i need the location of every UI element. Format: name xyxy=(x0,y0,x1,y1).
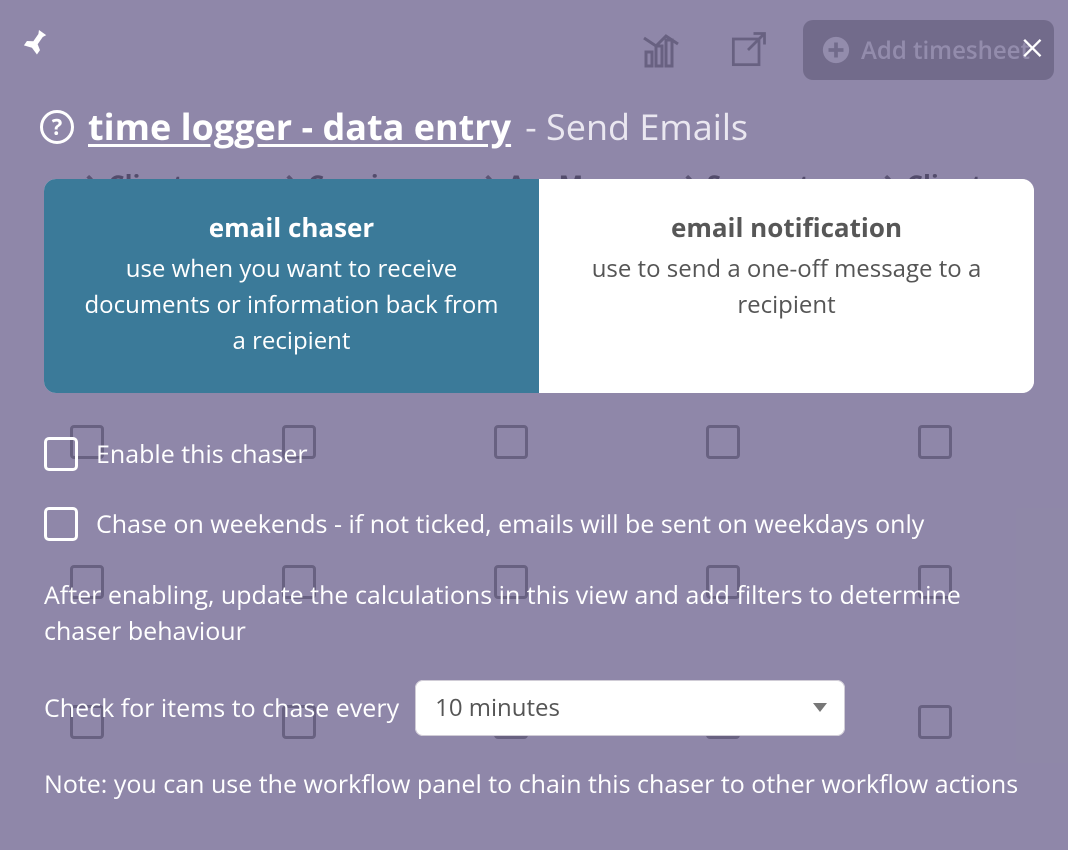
close-icon[interactable] xyxy=(1014,28,1054,68)
chase-weekends-row: Chase on weekends - if not ticked, email… xyxy=(44,507,1032,541)
chase-weekends-label: Chase on weekends - if not ticked, email… xyxy=(96,508,924,541)
enable-chaser-checkbox[interactable] xyxy=(44,437,78,471)
tab-description: use to send a one-off message to a recip… xyxy=(573,251,1000,323)
modal-title-main[interactable]: time logger - data entry xyxy=(88,102,511,151)
info-after-enable: After enabling, update the calculations … xyxy=(44,577,1032,650)
modal-title: ? time logger - data entry - Send Emails xyxy=(6,62,1068,151)
chase-interval-label: Check for items to chase every xyxy=(44,691,399,725)
tab-email-chaser[interactable]: email chaser use when you want to receiv… xyxy=(44,179,539,393)
chase-interval-row: Check for items to chase every 10 minute… xyxy=(44,680,1032,736)
enable-chaser-row: Enable this chaser xyxy=(44,437,1032,471)
email-mode-tabs: email chaser use when you want to receiv… xyxy=(44,179,1034,393)
chase-interval-value: 10 minutes xyxy=(435,691,560,724)
tab-description: use when you want to receive documents o… xyxy=(78,251,505,359)
chevron-down-icon xyxy=(813,703,827,712)
help-icon[interactable]: ? xyxy=(40,110,74,144)
tab-title: email chaser xyxy=(78,209,505,245)
modal-title-suffix: - Send Emails xyxy=(525,102,748,151)
pin-icon[interactable] xyxy=(16,22,56,62)
enable-chaser-label: Enable this chaser xyxy=(96,438,308,471)
tab-title: email notification xyxy=(573,209,1000,245)
send-emails-modal: ? time logger - data entry - Send Emails… xyxy=(6,18,1068,850)
chase-weekends-checkbox[interactable] xyxy=(44,507,78,541)
chase-interval-select[interactable]: 10 minutes xyxy=(415,680,845,736)
note-workflow: Note: you can use the workflow panel to … xyxy=(44,766,1032,802)
tab-email-notification[interactable]: email notification use to send a one-off… xyxy=(539,179,1034,393)
